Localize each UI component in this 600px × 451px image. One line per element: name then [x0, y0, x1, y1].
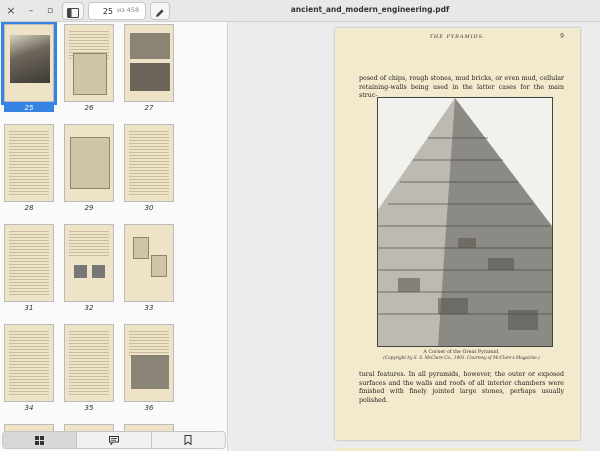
thumbnail-page-27[interactable] [124, 24, 174, 102]
thumbnail-figure [92, 265, 105, 278]
thumbnail-label: 26 [84, 104, 94, 112]
thumbnail-page-26[interactable] [64, 24, 114, 102]
annotate-button[interactable] [150, 2, 170, 20]
thumbnail-figure [74, 265, 87, 278]
thumbnail-label: 28 [24, 204, 34, 212]
thumbnail-page-36[interactable] [124, 324, 174, 402]
thumbnail-label: 34 [24, 404, 34, 412]
maximize-icon[interactable]: ▫ [42, 3, 58, 19]
page-number: 9 [560, 33, 564, 40]
thumbnail-figure [151, 255, 167, 277]
thumbnail-figure [10, 35, 50, 83]
thumbnail-page-35[interactable] [64, 324, 114, 402]
pyramid-photo [377, 97, 553, 347]
thumbnail-page-31[interactable] [4, 224, 54, 302]
paragraph-bottom: tural features. In all pyramids, however… [359, 371, 564, 404]
thumbnail-text [9, 331, 49, 395]
sidebar-toggle-button[interactable] [62, 2, 84, 20]
thumbnail-figure [131, 355, 169, 389]
document-title: ancient_and_modern_engineering.pdf [290, 5, 450, 14]
thumbnail-figure [73, 53, 107, 95]
thumbnail-figure [130, 63, 170, 91]
page-number-input[interactable] [91, 4, 113, 18]
sidebar-view-switcher [2, 431, 226, 449]
sidebar-icon [67, 8, 79, 18]
pencil-icon [156, 9, 164, 17]
thumbnails-icon [35, 436, 45, 445]
pyramid-image [378, 98, 552, 346]
thumbnail-page-33[interactable] [124, 224, 174, 302]
thumbnail-text [9, 231, 49, 295]
thumbnail-label: 25 [4, 104, 54, 112]
thumbnail-figure [70, 137, 110, 189]
thumbnail-label: 29 [84, 204, 94, 212]
figure-caption-credit: (Copyright by S. S. McClure Co., 1901. C… [383, 355, 540, 360]
thumbnail-text [129, 331, 169, 357]
close-icon[interactable]: × [3, 3, 19, 19]
page-total-label: из 458 [117, 6, 140, 14]
header-bar: × – ▫ из 458 ancient_and_modern_engineer… [0, 0, 600, 22]
thumbnail-label: 27 [144, 104, 154, 112]
thumbnail-sidebar: 25 26 27 28 29 30 31 32 33 34 35 36 [0, 22, 228, 451]
thumbnail-text [69, 331, 109, 395]
page-number-field[interactable]: из 458 [88, 2, 146, 20]
thumbnail-text [69, 231, 109, 257]
thumbnail-figure [130, 33, 170, 59]
thumbnail-page-30[interactable] [124, 124, 174, 202]
annotations-tab[interactable] [77, 432, 152, 448]
document-view[interactable]: THE PYRAMIDS. 9 posed of chips, rough st… [229, 22, 600, 451]
thumbnail-page-34[interactable] [4, 324, 54, 402]
bookmarks-tab[interactable] [152, 432, 225, 448]
running-head: THE PYRAMIDS. [429, 34, 486, 40]
thumbnail-label: 32 [84, 304, 94, 312]
annotations-icon [108, 436, 119, 446]
thumbnail-label: 30 [144, 204, 154, 212]
pdf-page: THE PYRAMIDS. 9 posed of chips, rough st… [335, 28, 580, 440]
thumbnail-label: 36 [144, 404, 154, 412]
thumbnail-label: 33 [144, 304, 154, 312]
thumbnail-label: 31 [24, 304, 34, 312]
minimize-icon[interactable]: – [23, 3, 39, 19]
thumbnails-tab[interactable] [3, 432, 78, 448]
thumbnail-figure [133, 237, 149, 259]
thumbnail-page-32[interactable] [64, 224, 114, 302]
thumbnail-page-28[interactable] [4, 124, 54, 202]
bookmarks-icon [184, 435, 192, 446]
thumbnail-page-29[interactable] [64, 124, 114, 202]
thumbnail-label: 35 [84, 404, 94, 412]
thumbnail-page-25[interactable] [1, 22, 57, 105]
thumbnail-text [9, 131, 49, 195]
thumbnail-text [129, 131, 169, 195]
